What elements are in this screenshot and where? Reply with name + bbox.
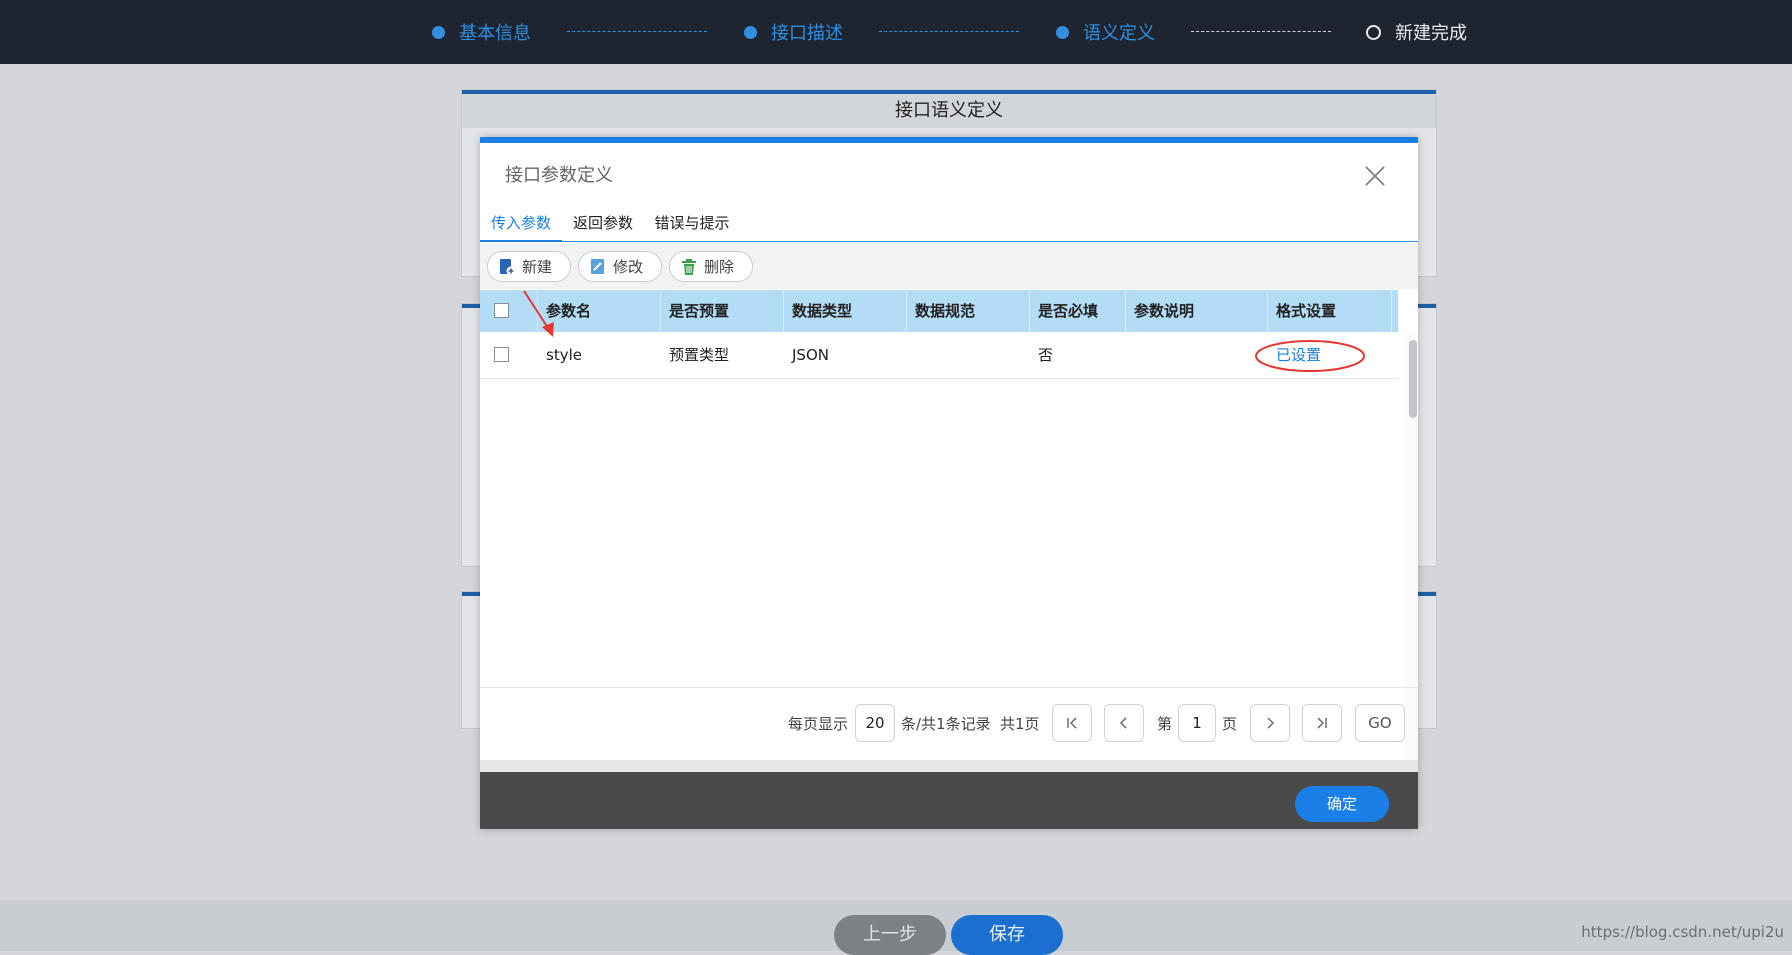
step-label: 语义定义 — [1083, 23, 1155, 44]
prev-page-button[interactable] — [1104, 704, 1144, 742]
step-interface-desc[interactable]: 接口描述 — [744, 18, 843, 46]
col-required[interactable]: 是否必填 — [1030, 290, 1126, 332]
col-param-desc[interactable]: 参数说明 — [1126, 290, 1268, 332]
tab-input-params[interactable]: 传入参数 — [480, 205, 562, 242]
chevron-left-icon — [1119, 717, 1127, 729]
step-done-dot-icon — [744, 25, 757, 39]
step-pending-circle-icon — [1366, 24, 1381, 40]
trash-icon — [682, 258, 696, 275]
step-label: 新建完成 — [1395, 23, 1467, 44]
new-button-label: 新建 — [522, 258, 553, 276]
row-checkbox[interactable] — [494, 347, 509, 362]
col-preset[interactable]: 是否预置 — [661, 290, 784, 332]
step-complete[interactable]: 新建完成 — [1366, 18, 1467, 46]
step-semantic-def[interactable]: 语义定义 — [1056, 18, 1155, 46]
dialog-footer: 确定 — [480, 772, 1418, 829]
annotation-ellipse-icon — [1255, 340, 1365, 372]
col-data-type[interactable]: 数据类型 — [784, 290, 907, 332]
record-summary: 条/共1条记录 — [901, 715, 991, 733]
cell-param-desc — [1126, 332, 1268, 378]
dialog-top-band — [480, 137, 1418, 143]
page-number-input[interactable]: 1 — [1178, 704, 1216, 742]
dialog-title: 接口参数定义 — [505, 165, 613, 186]
confirm-button[interactable]: 确定 — [1295, 786, 1389, 822]
page-prefix: 第 — [1157, 715, 1173, 733]
delete-button-label: 删除 — [704, 258, 735, 276]
step-connector — [1191, 31, 1331, 32]
per-page-label: 每页显示 — [788, 715, 849, 733]
save-button[interactable]: 保存 — [951, 915, 1063, 955]
step-label: 接口描述 — [771, 23, 843, 44]
step-done-dot-icon — [432, 25, 445, 39]
table-header: 参数名 是否预置 数据类型 数据规范 是否必填 参数说明 格式设置 — [480, 290, 1398, 332]
panel-title: 接口语义定义 — [462, 94, 1436, 128]
scrollbar-thumb[interactable] — [1409, 340, 1417, 418]
first-page-button[interactable] — [1052, 704, 1092, 742]
edit-doc-icon — [591, 258, 604, 274]
last-page-icon — [1317, 717, 1327, 729]
go-button[interactable]: GO — [1355, 704, 1405, 742]
tab-bar: 传入参数 返回参数 错误与提示 — [480, 205, 1418, 242]
param-definition-dialog: 接口参数定义 传入参数 返回参数 错误与提示 新建 修改 删除 参数名 是否预置… — [480, 137, 1418, 829]
edit-button[interactable]: 修改 — [578, 251, 662, 282]
close-icon[interactable] — [1364, 165, 1386, 187]
select-all-checkbox[interactable] — [494, 303, 509, 318]
tab-errors-hints[interactable]: 错误与提示 — [644, 205, 740, 241]
step-current-dot-icon — [1056, 25, 1069, 39]
dialog-divider — [480, 760, 1418, 772]
new-button[interactable]: 新建 — [487, 251, 571, 282]
chevron-right-icon — [1267, 717, 1275, 729]
cell-data-type: JSON — [792, 346, 829, 364]
per-page-input[interactable]: 20 — [855, 704, 895, 742]
last-page-button[interactable] — [1302, 704, 1342, 742]
step-connector — [567, 31, 707, 32]
step-basic-info[interactable]: 基本信息 — [432, 18, 531, 46]
col-format-setting[interactable]: 格式设置 — [1268, 290, 1392, 332]
step-label: 基本信息 — [459, 23, 531, 44]
cell-preset: 预置类型 — [669, 346, 730, 364]
step-bar: 基本信息 接口描述 语义定义 新建完成 — [0, 0, 1792, 64]
annotation-arrow-icon — [523, 290, 554, 337]
next-page-button[interactable] — [1250, 704, 1290, 742]
edit-button-label: 修改 — [613, 258, 644, 276]
delete-button[interactable]: 删除 — [669, 251, 753, 282]
cell-data-spec — [907, 332, 1030, 378]
cell-required: 否 — [1038, 346, 1054, 364]
col-data-spec[interactable]: 数据规范 — [907, 290, 1030, 332]
watermark: https://blog.csdn.net/upi2u — [1581, 923, 1784, 941]
table-toolbar: 新建 修改 删除 — [480, 243, 1418, 289]
new-doc-icon — [500, 258, 516, 275]
pagination: 每页显示 20 条/共1条记录 共1页 第 1 页 GO — [480, 687, 1418, 760]
step-connector — [879, 31, 1019, 32]
page-suffix: 页 — [1222, 715, 1238, 733]
prev-step-button[interactable]: 上一步 — [834, 915, 946, 955]
total-pages: 共1页 — [1000, 715, 1040, 733]
first-page-icon — [1067, 717, 1077, 729]
tab-return-params[interactable]: 返回参数 — [562, 205, 644, 241]
